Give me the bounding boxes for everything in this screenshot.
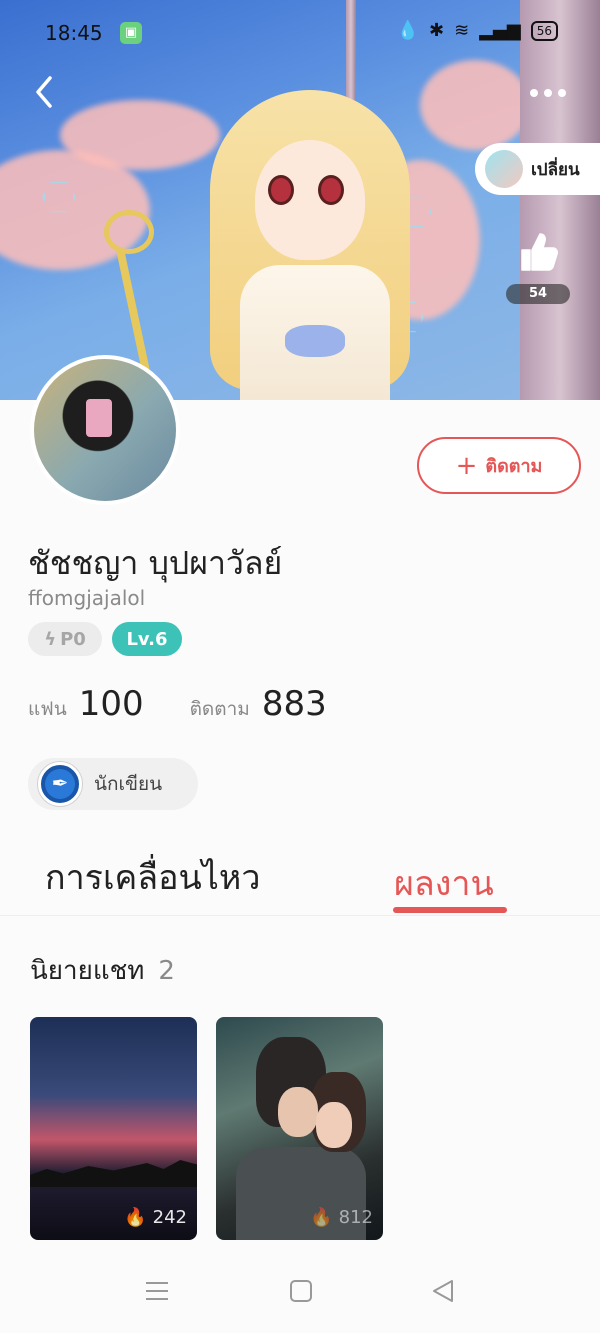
role-label: นักเขียน: [94, 773, 163, 795]
active-tab-indicator: [393, 907, 507, 913]
profile-tabs: การเคลื่อนไหว ผลงาน: [0, 840, 600, 916]
cover-face: [316, 1102, 352, 1148]
flame-icon: 🔥: [310, 1207, 333, 1228]
heat-count: 812: [338, 1207, 373, 1228]
back-triangle-icon[interactable]: [430, 1278, 456, 1304]
menu-icon[interactable]: [144, 1278, 170, 1304]
power-badge[interactable]: ϟ P0: [28, 622, 102, 656]
profile-badges: ϟ P0 Lv.6: [28, 622, 182, 656]
story-card[interactable]: 🔥 242: [30, 1017, 197, 1240]
avatar-phone: [86, 399, 112, 437]
profile-avatar[interactable]: [30, 355, 180, 505]
change-label: เปลี่ยน: [531, 159, 580, 180]
profile-username: ffomgjajalol: [28, 586, 146, 610]
pen-nib-icon: ✒: [38, 762, 82, 806]
story-card-list: 🔥 242 🔥 812: [30, 1017, 383, 1240]
profile-name: ชัชชญา บุปผาวัลย์: [28, 544, 283, 582]
home-square-icon[interactable]: [288, 1278, 314, 1304]
story-card[interactable]: 🔥 812: [216, 1017, 383, 1240]
following-count[interactable]: 883: [262, 684, 327, 724]
card-heat: 🔥 812: [310, 1207, 373, 1228]
bluetooth-icon: ✱: [429, 20, 445, 41]
signal-icon: ▂▄▆: [479, 20, 521, 41]
character-thumbnail-icon: [485, 150, 523, 188]
cover-city-silhouette: [30, 1160, 197, 1187]
back-button[interactable]: [26, 72, 66, 112]
magic-wand-heart: [104, 210, 154, 254]
more-options-button[interactable]: [526, 78, 570, 108]
section-header: นิยายแชท 2: [30, 950, 175, 991]
plus-icon: +: [455, 450, 478, 481]
section-count: 2: [158, 956, 175, 986]
app-notification-icon: ▣: [120, 22, 142, 44]
flame-icon: 🔥: [124, 1207, 147, 1228]
like-button[interactable]: 54: [506, 230, 570, 304]
tab-works[interactable]: ผลงาน: [394, 856, 494, 910]
battery-icon: 56: [530, 20, 558, 41]
writer-role-chip[interactable]: ✒ นักเขียน: [28, 758, 198, 810]
character-bow: [285, 325, 345, 357]
card-heat: 🔥 242: [124, 1207, 187, 1228]
fans-label[interactable]: แฟน: [28, 694, 67, 724]
data-saver-icon: 💧: [396, 20, 419, 41]
following-label[interactable]: ติดตาม: [190, 694, 250, 724]
system-navigation-bar: [0, 1250, 600, 1333]
lightning-icon: ϟ: [44, 628, 57, 650]
cover-face: [278, 1087, 318, 1137]
more-dots-icon: [530, 89, 566, 97]
thumbs-up-icon: [521, 233, 558, 271]
section-title: นิยายแชท: [30, 956, 145, 986]
profile-stats: แฟน 100 ติดตาม 883: [28, 684, 373, 724]
follow-button[interactable]: + ติดตาม: [417, 437, 581, 494]
character-eye: [318, 175, 344, 205]
change-background-button[interactable]: เปลี่ยน: [475, 143, 600, 195]
system-icons: 💧 ✱ ≋ ▂▄▆ 56: [397, 20, 558, 41]
fans-count[interactable]: 100: [79, 684, 144, 724]
level-badge[interactable]: Lv.6: [112, 622, 182, 656]
character-eye: [268, 175, 294, 205]
anime-character: [200, 90, 430, 400]
wifi-icon: ≋: [454, 20, 470, 41]
follow-label: ติดตาม: [485, 456, 543, 477]
like-count: 54: [506, 284, 570, 304]
chevron-left-icon: [36, 76, 52, 108]
power-badge-label: P0: [60, 628, 86, 650]
banner-cloud: [60, 100, 220, 170]
status-time: 18:45: [45, 21, 103, 45]
tab-activity[interactable]: การเคลื่อนไหว: [45, 850, 260, 904]
banner-cloud: [420, 60, 530, 150]
status-bar: 18:45 ▣ 💧 ✱ ≋ ▂▄▆ 56: [0, 0, 600, 70]
heat-count: 242: [152, 1207, 187, 1228]
